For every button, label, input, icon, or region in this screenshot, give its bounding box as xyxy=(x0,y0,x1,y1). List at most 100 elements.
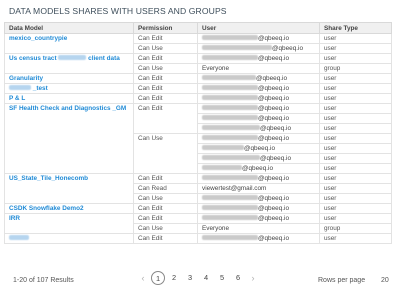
data-model-name: IRR xyxy=(9,215,21,222)
permission-cell: Can Edit xyxy=(133,103,198,134)
permission-cell: Can Edit xyxy=(133,93,198,104)
permission-cell: Can Use xyxy=(133,133,198,174)
user-cell: Everyone xyxy=(197,63,320,74)
share-type-cell: user xyxy=(319,183,392,194)
prev-page-icon[interactable]: ‹ xyxy=(136,273,150,283)
data-model-link[interactable]: IRR xyxy=(4,213,134,234)
permission-cell: Can Use xyxy=(133,223,198,234)
redacted-text xyxy=(202,105,258,111)
user-cell: @qbeeq.io xyxy=(197,123,320,134)
user-cell: @qbeeq.io xyxy=(197,163,320,174)
permission-cell: Can Edit xyxy=(133,83,198,94)
table-footer: 1-20 of 107 Results ‹ 123456 › Rows per … xyxy=(0,270,399,290)
data-model-link[interactable]: Granularity xyxy=(4,73,134,84)
column-header-data-model[interactable]: Data Model xyxy=(4,22,134,34)
page-5-button[interactable]: 5 xyxy=(215,271,229,285)
permission-cell: Can Read xyxy=(133,183,198,194)
column-header-user[interactable]: User xyxy=(197,22,320,34)
user-cell: @qbeeq.io xyxy=(197,213,320,224)
share-type-cell: user xyxy=(319,173,392,184)
user-cell: Everyone xyxy=(197,223,320,234)
table-header-row: Data Model Permission User Share Type xyxy=(4,22,392,34)
data-model-link[interactable]: SF Health Check and Diagnostics _GM xyxy=(4,103,134,174)
user-cell: @qbeeq.io xyxy=(197,53,320,64)
user-email-domain: @qbeeq.io xyxy=(256,75,288,82)
rows-per-page-select[interactable]: 20 xyxy=(381,277,389,284)
share-type-cell: user xyxy=(319,73,392,84)
table-row: CSDK Snowflake Demo2 Can Edit @qbeeq.io us… xyxy=(4,203,392,214)
user-email-domain: @qbeeq.io xyxy=(242,165,274,172)
redacted-text xyxy=(202,165,242,171)
data-model-link[interactable]: P & L xyxy=(4,93,134,104)
user-email-domain: @qbeeq.io xyxy=(258,135,290,142)
page-3-button[interactable]: 3 xyxy=(183,271,197,285)
redacted-text xyxy=(202,35,258,41)
table-row: Can Edit @qbeeq.io user xyxy=(4,233,392,244)
rows-per-page-label: Rows per page xyxy=(318,277,366,284)
results-count: 1-20 of 107 Results xyxy=(13,277,74,284)
redacted-text xyxy=(58,55,87,61)
redacted-text xyxy=(202,115,258,121)
user-cell: @qbeeq.io xyxy=(197,73,320,84)
redacted-text xyxy=(202,145,244,151)
user-email-domain: @qbeeq.io xyxy=(244,145,276,152)
redacted-text xyxy=(202,215,258,221)
redacted-text xyxy=(9,85,31,91)
user-email-domain: @qbeeq.io xyxy=(258,205,290,212)
page-6-button[interactable]: 6 xyxy=(231,271,245,285)
share-type-cell: user xyxy=(319,113,392,124)
share-type-cell: user xyxy=(319,203,392,214)
data-model-link[interactable]: Us census tract client data xyxy=(4,53,134,74)
redacted-text xyxy=(202,125,260,131)
share-type-cell: user xyxy=(319,83,392,94)
redacted-text xyxy=(9,235,29,241)
table-row: P & L Can Edit @qbeeq.io user xyxy=(4,93,392,104)
user-cell: @qbeeq.io xyxy=(197,233,320,244)
data-model-name: CSDK Snowflake Demo2 xyxy=(9,205,84,212)
page-2-button[interactable]: 2 xyxy=(167,271,181,285)
column-header-permission[interactable]: Permission xyxy=(133,22,198,34)
permission-cell: Can Edit xyxy=(133,213,198,224)
permission-cell: Can Edit xyxy=(133,73,198,84)
next-page-icon[interactable]: › xyxy=(246,273,260,283)
user-cell: @qbeeq.io xyxy=(197,133,320,144)
user-cell: @qbeeq.io xyxy=(197,33,320,44)
permission-cell: Can Use xyxy=(133,193,198,204)
data-model-link[interactable]: mexico_countrypie xyxy=(4,33,134,54)
data-model-name: Granularity xyxy=(9,75,44,82)
data-model-link[interactable]: US_State_Tile_Honecomb xyxy=(4,173,134,204)
pagination: ‹ 123456 › xyxy=(136,271,260,285)
user-cell: viewertest@gmail.com xyxy=(197,183,320,194)
redacted-text xyxy=(202,235,258,241)
redacted-text xyxy=(202,55,258,61)
data-model-link[interactable]: _test xyxy=(4,83,134,94)
redacted-text xyxy=(202,95,258,101)
column-header-share-type[interactable]: Share Type xyxy=(319,22,392,34)
user-cell: @qbeeq.io xyxy=(197,113,320,124)
redacted-text xyxy=(202,45,272,51)
permission-cell: Can Edit xyxy=(133,173,198,184)
user-email-domain: @qbeeq.io xyxy=(258,115,290,122)
data-model-link[interactable] xyxy=(4,233,134,244)
page-1-button[interactable]: 1 xyxy=(151,271,165,285)
share-type-cell: user xyxy=(319,163,392,174)
share-type-cell: user xyxy=(319,133,392,144)
redacted-text xyxy=(202,205,258,211)
data-model-name-suffix: _test xyxy=(32,85,48,92)
user-cell: @qbeeq.io xyxy=(197,193,320,204)
user-cell: @qbeeq.io xyxy=(197,93,320,104)
user-cell: @qbeeq.io xyxy=(197,103,320,114)
page-4-button[interactable]: 4 xyxy=(199,271,213,285)
user-cell: @qbeeq.io xyxy=(197,173,320,184)
user-email-domain: @qbeeq.io xyxy=(258,95,290,102)
user-email-domain: @qbeeq.io xyxy=(258,175,290,182)
permission-cell: Can Edit xyxy=(133,33,198,44)
share-type-cell: user xyxy=(319,103,392,114)
user-email-domain: @qbeeq.io xyxy=(258,215,290,222)
table-row: Us census tract client data Can Edit @qbee… xyxy=(4,53,392,74)
page-list: 123456 xyxy=(150,271,246,285)
data-model-link[interactable]: CSDK Snowflake Demo2 xyxy=(4,203,134,214)
data-model-name: Us census tract xyxy=(9,55,57,62)
redacted-text xyxy=(202,135,258,141)
permission-cell: Can Use xyxy=(133,63,198,74)
